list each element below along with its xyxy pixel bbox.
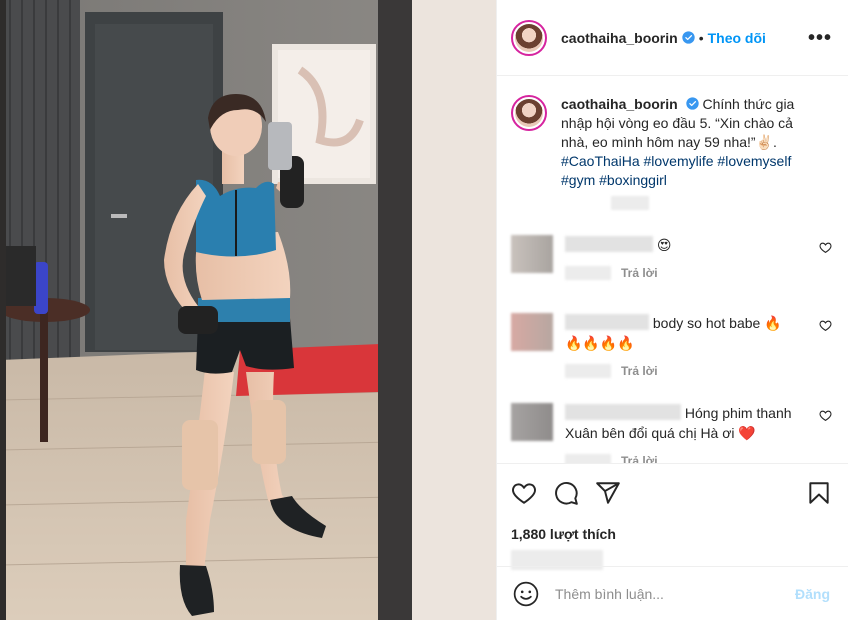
blurred-username[interactable] [565, 236, 653, 252]
post-caption: caothaiha_boorin Chính thức gia nhập hội… [511, 95, 832, 210]
reply-button[interactable]: Trả lời [621, 361, 658, 381]
post-header: caothaiha_boorin • Theo dõi ••• [497, 0, 848, 76]
comment-text-line2: 🔥🔥🔥🔥 [565, 335, 635, 351]
blurred-username[interactable] [565, 404, 681, 420]
hashtag[interactable]: #boxinggirl [599, 172, 667, 188]
verified-badge-icon [682, 31, 695, 44]
commenter-avatar[interactable] [511, 403, 553, 441]
hashtag[interactable]: #CaoThaiHa [561, 153, 640, 169]
like-comment-heart-icon[interactable] [819, 241, 832, 254]
verified-badge-icon [685, 97, 699, 110]
share-icon[interactable] [595, 480, 621, 506]
header-separator: • [698, 29, 704, 46]
like-comment-heart-icon[interactable] [819, 409, 832, 422]
comment-text: Hóng phim thanh [684, 405, 792, 421]
blurred-timestamp [565, 454, 611, 463]
comment-item: 😍 Trả lời [511, 235, 832, 283]
comment-item: body so hot babe 🔥 🔥🔥🔥🔥 Trả lời [511, 313, 832, 381]
blurred-username[interactable] [565, 314, 649, 330]
caption-avatar[interactable] [511, 95, 547, 131]
post-details-panel: caothaiha_boorin • Theo dõi ••• caothaih… [496, 0, 848, 620]
post-comment-button[interactable]: Đăng [795, 586, 830, 602]
commenter-avatar[interactable] [511, 235, 553, 273]
bookmark-icon[interactable] [806, 480, 832, 506]
reply-button[interactable]: Trả lời [621, 263, 658, 283]
likes-count[interactable]: 1,880 lượt thích [511, 526, 832, 542]
caption-text: caothaiha_boorin Chính thức gia nhập hội… [561, 95, 823, 210]
comment-input[interactable] [555, 585, 795, 602]
comments-list[interactable]: caothaiha_boorin Chính thức gia nhập hội… [497, 77, 848, 463]
author-avatar[interactable] [511, 19, 547, 56]
blurred-timestamp [565, 364, 611, 378]
more-options-icon[interactable]: ••• [808, 28, 832, 48]
post-actions: 1,880 lượt thích [497, 463, 848, 570]
commenter-avatar[interactable] [511, 313, 553, 351]
like-comment-heart-icon[interactable] [819, 319, 832, 332]
comment-composer: Đăng [497, 566, 848, 620]
follow-button[interactable]: Theo dõi [708, 30, 766, 46]
reply-button[interactable]: Trả lời [621, 451, 658, 463]
blurred-timestamp [611, 196, 649, 210]
hashtag[interactable]: #lovemylife [644, 153, 714, 169]
emoji-icon[interactable] [513, 581, 539, 607]
caption-username[interactable]: caothaiha_boorin [561, 96, 678, 112]
comment-icon[interactable] [553, 480, 579, 506]
comment-text: body so hot babe 🔥 [652, 315, 782, 331]
heart-icon[interactable] [511, 480, 537, 506]
author-username[interactable]: caothaiha_boorin [561, 30, 678, 46]
mirror-selfie-image [0, 0, 496, 620]
comment-text-line2: Xuân bên đổi quá chị Hà ơi ❤️ [565, 425, 756, 441]
comment-item: Hóng phim thanh Xuân bên đổi quá chị Hà … [511, 403, 832, 463]
hashtag[interactable]: #lovemyself [717, 153, 791, 169]
comment-text: 😍 [656, 237, 672, 253]
hashtag[interactable]: #gym [561, 172, 595, 188]
post-photo[interactable] [0, 0, 496, 620]
blurred-timestamp [565, 266, 611, 280]
